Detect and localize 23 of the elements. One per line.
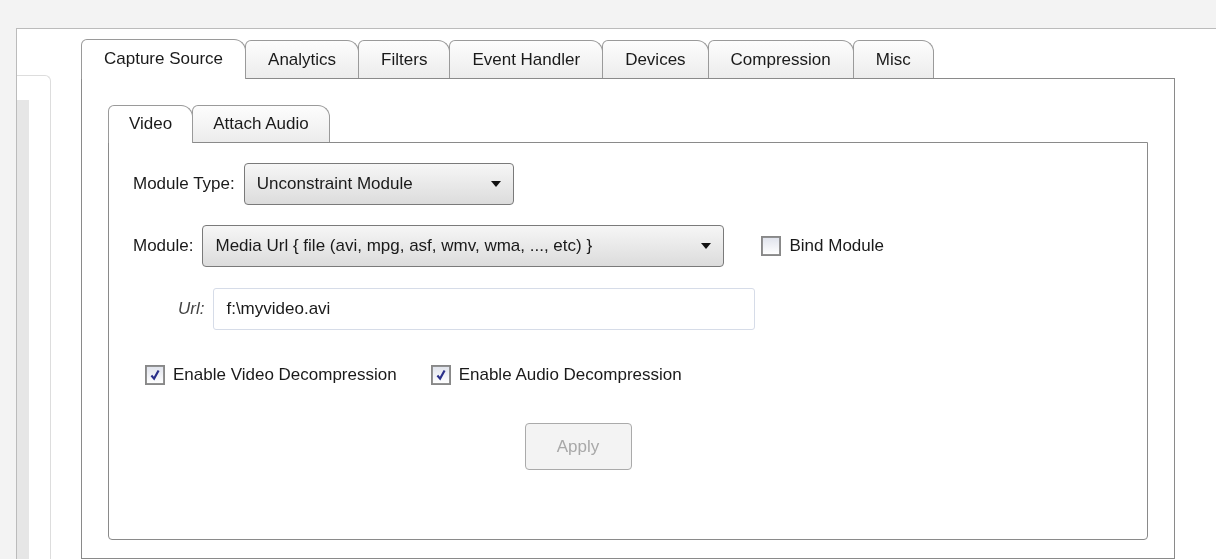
- module-type-dropdown[interactable]: Unconstraint Module: [243, 163, 514, 205]
- checkbox[interactable]: [430, 365, 451, 385]
- tab[interactable]: Filters: [358, 40, 451, 78]
- url-field[interactable]: f:\myvideo.avi: [213, 288, 756, 330]
- module-label: Module:: [133, 236, 194, 256]
- tab[interactable]: Event Handler: [449, 40, 604, 78]
- checkbox-label: Enable Video Decompression: [173, 365, 397, 385]
- tab[interactable]: Misc: [852, 40, 934, 78]
- caret-icon: [701, 243, 712, 249]
- checkbox-label: Enable Audio Decompression: [458, 365, 682, 385]
- tab[interactable]: Compression: [707, 40, 854, 78]
- tab[interactable]: Devices: [602, 40, 709, 78]
- module-type-label: Module Type:: [133, 174, 235, 194]
- checkbox-label: Bind Module: [789, 236, 884, 256]
- tab[interactable]: Video: [108, 105, 194, 143]
- checkbox[interactable]: [761, 236, 782, 256]
- tab[interactable]: Analytics: [245, 40, 360, 78]
- module-dropdown[interactable]: Media Url { file (avi, mpg, asf, wmv, wma, ..., etc) }: [202, 225, 725, 267]
- url-label: Url:: [178, 299, 205, 319]
- tab[interactable]: Attach Audio: [192, 105, 330, 142]
- tab[interactable]: Capture Source: [81, 39, 247, 79]
- caret-icon: [490, 181, 501, 187]
- checkbox[interactable]: [145, 365, 165, 385]
